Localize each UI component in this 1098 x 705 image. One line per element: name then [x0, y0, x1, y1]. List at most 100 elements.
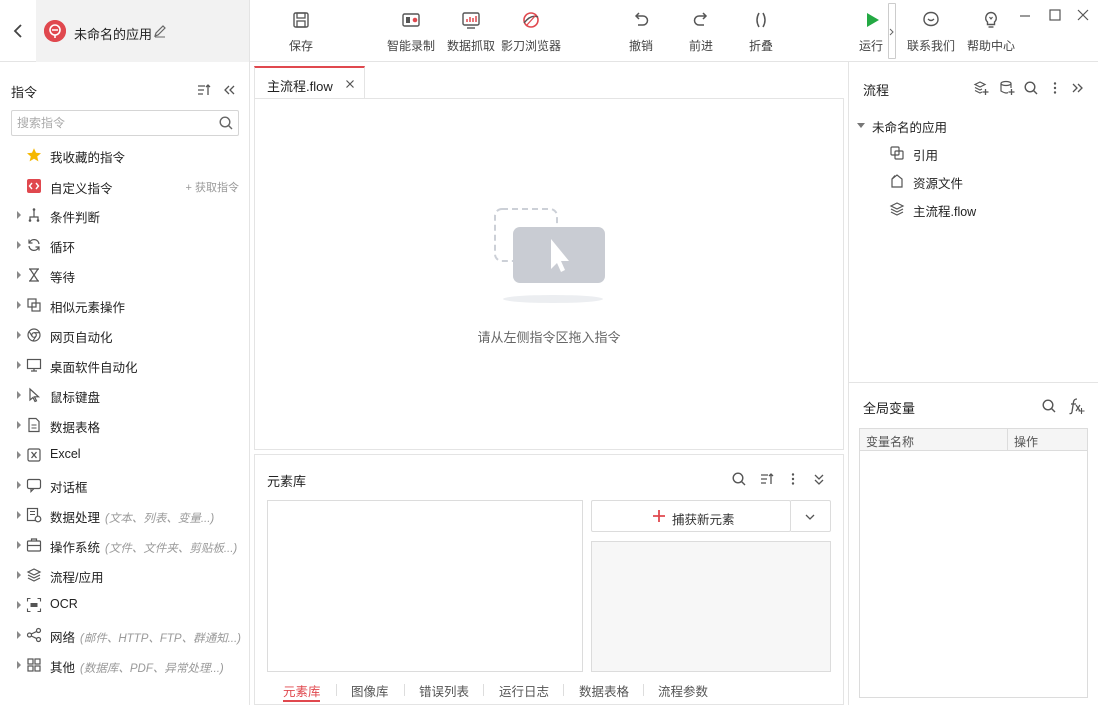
- caret-right-icon[interactable]: [16, 360, 22, 370]
- redo-button[interactable]: 前进: [686, 8, 716, 54]
- smart-record-button[interactable]: 智能录制: [384, 8, 438, 54]
- bottom-tab[interactable]: 图像库: [351, 681, 389, 700]
- bottom-tab[interactable]: 数据表格: [579, 681, 629, 700]
- sort-icon: [198, 84, 211, 95]
- command-category[interactable]: 数据处理 (文本、列表、变量...): [0, 501, 249, 529]
- flow-canvas[interactable]: 请从左侧指令区拖入指令: [254, 98, 844, 450]
- caret-right-icon[interactable]: [16, 510, 22, 520]
- save-button[interactable]: 保存: [280, 8, 322, 54]
- drag-drop-illustration-icon: [494, 208, 605, 303]
- run-options-button[interactable]: [888, 3, 896, 59]
- command-category-hint: (文件、文件夹、剪贴板...): [105, 543, 238, 555]
- close-icon[interactable]: [1074, 6, 1092, 24]
- tree-root-app[interactable]: 未命名的应用: [857, 113, 1087, 137]
- caret-right-icon[interactable]: [16, 240, 22, 250]
- add-layers-icon: [973, 81, 989, 95]
- command-category-label: 操作系统 (文件、文件夹、剪贴板...): [50, 537, 237, 556]
- data-process-icon: [26, 507, 42, 523]
- capture-new-element-button[interactable]: 捕获新元素: [591, 500, 791, 532]
- element-list[interactable]: [267, 500, 583, 672]
- caret-right-icon[interactable]: [16, 210, 22, 220]
- maximize-icon[interactable]: [1046, 6, 1064, 24]
- flow-more-button[interactable]: [1047, 80, 1063, 96]
- chevron-right-icon: [889, 28, 894, 36]
- add-variable-button[interactable]: [1067, 397, 1085, 415]
- custom-commands[interactable]: 自定义指令 + 获取指令: [0, 172, 249, 200]
- command-category[interactable]: 网络 (邮件、HTTP、FTP、群通知...): [0, 621, 249, 649]
- command-category[interactable]: 其他 (数据库、PDF、异常处理...): [0, 651, 249, 679]
- similar-elements-icon: [27, 298, 41, 312]
- favorite-commands[interactable]: 我收藏的指令: [0, 141, 249, 169]
- yingdao-browser-button[interactable]: 影刀浏览器: [500, 8, 562, 54]
- command-category[interactable]: 网页自动化: [0, 321, 249, 349]
- tree-item-main-flow[interactable]: 主流程.flow: [889, 197, 1079, 221]
- command-category[interactable]: 条件判断: [0, 201, 249, 229]
- tab-main-flow[interactable]: 主流程.flow: [254, 66, 365, 99]
- search-icon: [219, 116, 233, 130]
- command-search-box[interactable]: [11, 110, 239, 136]
- get-commands-link[interactable]: + 获取指令: [186, 179, 239, 195]
- contact-us-button[interactable]: 联系我们: [904, 8, 958, 54]
- collapse-right-panel-button[interactable]: [1070, 80, 1086, 96]
- caret-right-icon[interactable]: [16, 600, 22, 610]
- caret-right-icon[interactable]: [16, 480, 22, 490]
- data-scrape-button[interactable]: 数据抓取: [444, 8, 498, 54]
- collapse-panel-button[interactable]: [221, 82, 237, 98]
- command-category[interactable]: 等待: [0, 261, 249, 289]
- capture-options-dropdown[interactable]: [790, 500, 831, 532]
- bottom-tab[interactable]: 元素库: [283, 681, 321, 700]
- command-search-input[interactable]: [17, 114, 207, 132]
- caret-right-icon[interactable]: [16, 390, 22, 400]
- caret-right-icon[interactable]: [16, 540, 22, 550]
- parentheses-icon: [756, 12, 766, 28]
- flow-search-button[interactable]: [1023, 80, 1039, 96]
- edit-name-button[interactable]: [153, 24, 167, 38]
- element-search-button[interactable]: [731, 471, 747, 487]
- command-category[interactable]: 对话框: [0, 471, 249, 499]
- run-button[interactable]: 运行: [856, 8, 886, 54]
- add-flow-button[interactable]: [973, 80, 989, 96]
- command-category[interactable]: 桌面软件自动化: [0, 351, 249, 379]
- caret-right-icon[interactable]: [16, 630, 22, 640]
- command-category[interactable]: 数据表格: [0, 411, 249, 439]
- command-category[interactable]: 流程/应用: [0, 561, 249, 589]
- close-tab-button[interactable]: [344, 78, 356, 90]
- sort-button[interactable]: [196, 82, 212, 98]
- element-more-button[interactable]: [785, 471, 801, 487]
- element-sort-button[interactable]: [759, 471, 775, 487]
- minimize-icon[interactable]: [1016, 6, 1034, 24]
- command-category[interactable]: 相似元素操作: [0, 291, 249, 319]
- caret-right-icon[interactable]: [16, 300, 22, 310]
- panel-divider: [849, 382, 1098, 383]
- play-icon: [867, 13, 879, 27]
- command-category[interactable]: 循环: [0, 231, 249, 259]
- search-button[interactable]: [218, 115, 234, 131]
- variable-search-button[interactable]: [1041, 398, 1057, 414]
- caret-right-icon[interactable]: [16, 420, 22, 430]
- caret-right-icon[interactable]: [16, 570, 22, 580]
- caret-right-icon[interactable]: [16, 330, 22, 340]
- command-category[interactable]: 鼠标键盘: [0, 381, 249, 409]
- back-button[interactable]: [8, 20, 28, 42]
- resource-file-icon: [891, 174, 903, 188]
- add-resource-button[interactable]: [999, 80, 1015, 96]
- undo-button[interactable]: 撤销: [626, 8, 656, 54]
- commands-panel: 指令 我收藏的指令 自定义指令 + 获取指令 条件判断循环等待相似元素操作网页自…: [0, 62, 250, 705]
- tree-item-resources[interactable]: 资源文件: [889, 169, 1079, 193]
- caret-right-icon[interactable]: [16, 450, 22, 460]
- fold-button[interactable]: 折叠: [746, 8, 776, 54]
- bottom-tab[interactable]: 运行日志: [499, 681, 549, 700]
- caret-right-icon[interactable]: [16, 270, 22, 280]
- bottom-tab[interactable]: 错误列表: [419, 681, 469, 700]
- command-category[interactable]: 操作系统 (文件、文件夹、剪贴板...): [0, 531, 249, 559]
- fold-label: 折叠: [748, 39, 773, 53]
- tree-item-references[interactable]: 引用: [889, 141, 1079, 165]
- bottom-tab[interactable]: 流程参数: [658, 681, 708, 700]
- caret-right-icon[interactable]: [16, 660, 22, 670]
- command-category[interactable]: OCR: [0, 591, 249, 619]
- element-collapse-button[interactable]: [811, 471, 827, 487]
- search-icon: [732, 472, 746, 486]
- command-category[interactable]: Excel: [0, 441, 249, 469]
- command-category-label: 相似元素操作: [50, 297, 125, 316]
- app-logo: [44, 20, 66, 42]
